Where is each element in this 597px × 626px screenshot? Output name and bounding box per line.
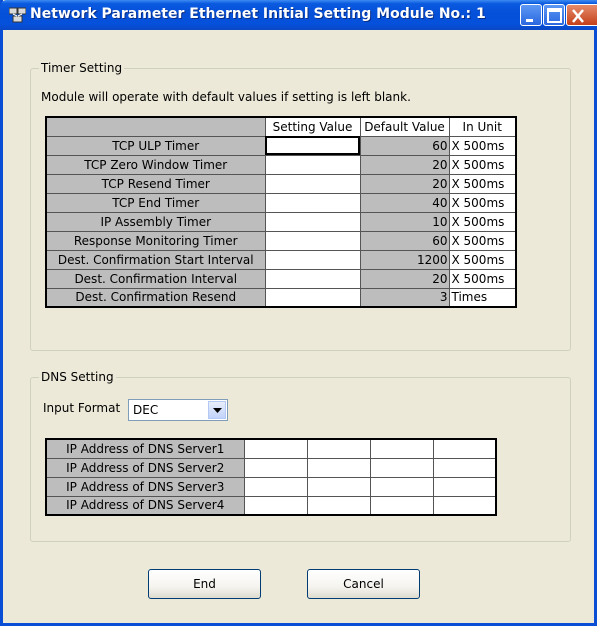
cancel-button[interactable]: Cancel — [307, 569, 420, 599]
ip-octet-1[interactable] — [243, 495, 308, 516]
row-label-dest-confirmation-start-interval: Dest. Confirmation Start Interval — [45, 249, 266, 270]
setting-value-cell[interactable] — [264, 173, 361, 194]
minimize-icon — [526, 19, 533, 22]
default-value-cell: 3 — [359, 287, 450, 308]
ip-octet-3[interactable] — [369, 495, 434, 516]
table-row: TCP ULP Timer 60 X 500ms — [45, 135, 517, 156]
timer-setting-legend: Timer Setting — [39, 61, 125, 75]
ip-octet-4[interactable] — [432, 457, 497, 478]
table-row: IP Address of DNS Server2 — [45, 457, 497, 478]
unit-cell: X 500ms — [448, 268, 517, 289]
ip-octet-4[interactable] — [432, 438, 497, 459]
ip-octet-2[interactable] — [306, 476, 371, 497]
setting-value-cell[interactable] — [264, 211, 361, 232]
table-row: Response Monitoring Timer 60 X 500ms — [45, 230, 517, 251]
ip-octet-4[interactable] — [432, 495, 497, 516]
ip-octet-2[interactable] — [306, 495, 371, 516]
row-label-response-monitoring-timer: Response Monitoring Timer — [45, 230, 266, 251]
minimize-button[interactable] — [520, 4, 542, 26]
default-value-cell: 20 — [359, 154, 450, 175]
dialog-window: Network Parameter Ethernet Initial Setti… — [0, 0, 597, 626]
end-button[interactable]: End — [148, 569, 261, 599]
table-row: IP Address of DNS Server1 — [45, 438, 497, 459]
row-label-dest-confirmation-interval: Dest. Confirmation Interval — [45, 268, 266, 289]
close-button[interactable] — [566, 4, 597, 26]
maximize-icon — [547, 8, 562, 23]
setting-value-cell[interactable] — [264, 249, 361, 270]
title-bar[interactable]: Network Parameter Ethernet Initial Setti… — [0, 0, 597, 30]
row-label-tcp-resend-timer: TCP Resend Timer — [45, 173, 266, 194]
input-format-value: DEC — [133, 403, 159, 417]
unit-cell: X 500ms — [448, 135, 517, 156]
unit-cell: X 500ms — [448, 230, 517, 251]
input-format-label: Input Format — [43, 401, 121, 415]
table-row: IP Assembly Timer 10 X 500ms — [45, 211, 517, 232]
setting-value-cell[interactable] — [264, 192, 361, 213]
table-row: TCP End Timer 40 X 500ms — [45, 192, 517, 213]
header-corner-cell — [45, 116, 266, 137]
row-label-dns-server4: IP Address of DNS Server4 — [45, 495, 245, 516]
ip-octet-3[interactable] — [369, 476, 434, 497]
table-row: Dest. Confirmation Interval 20 X 500ms — [45, 268, 517, 289]
ip-octet-2[interactable] — [306, 457, 371, 478]
unit-cell: Times — [448, 287, 517, 308]
row-label-dns-server2: IP Address of DNS Server2 — [45, 457, 245, 478]
chevron-down-icon — [213, 408, 222, 413]
window-title: Network Parameter Ethernet Initial Setti… — [30, 6, 486, 22]
table-row: TCP Resend Timer 20 X 500ms — [45, 173, 517, 194]
setting-value-cell[interactable] — [264, 135, 361, 156]
ip-octet-1[interactable] — [243, 457, 308, 478]
maximize-button[interactable] — [543, 4, 565, 26]
table-row: TCP Zero Window Timer 20 X 500ms — [45, 154, 517, 175]
unit-cell: X 500ms — [448, 154, 517, 175]
timer-table: Setting Value Default Value In Unit TCP … — [45, 116, 517, 308]
row-label-dns-server1: IP Address of DNS Server1 — [45, 438, 245, 459]
default-value-cell: 60 — [359, 230, 450, 251]
row-label-tcp-end-timer: TCP End Timer — [45, 192, 266, 213]
timer-table-header: Setting Value Default Value In Unit — [45, 116, 517, 137]
table-row: Dest. Confirmation Start Interval 1200 X… — [45, 249, 517, 270]
setting-value-cell[interactable] — [264, 287, 361, 308]
row-label-dest-confirmation-resend: Dest. Confirmation Resend — [45, 287, 266, 308]
ip-octet-3[interactable] — [369, 457, 434, 478]
ip-octet-3[interactable] — [369, 438, 434, 459]
ip-octet-4[interactable] — [432, 476, 497, 497]
col-header-default-value: Default Value — [359, 116, 450, 137]
row-label-tcp-ulp-timer: TCP ULP Timer — [45, 135, 266, 156]
setting-value-cell[interactable] — [264, 268, 361, 289]
ip-octet-1[interactable] — [243, 476, 308, 497]
network-app-icon — [9, 7, 26, 23]
table-row: Dest. Confirmation Resend 3 Times — [45, 287, 517, 308]
col-header-setting-value: Setting Value — [264, 116, 361, 137]
default-value-cell: 1200 — [359, 249, 450, 270]
close-icon — [572, 9, 584, 23]
setting-value-cell[interactable] — [264, 230, 361, 251]
table-row: IP Address of DNS Server4 — [45, 495, 497, 516]
default-value-cell: 10 — [359, 211, 450, 232]
default-value-cell: 60 — [359, 135, 450, 156]
dns-server-table: IP Address of DNS Server1 IP Address of … — [45, 438, 497, 516]
unit-cell: X 500ms — [448, 192, 517, 213]
default-value-cell: 20 — [359, 268, 450, 289]
unit-cell: X 500ms — [448, 173, 517, 194]
row-label-tcp-zero-window-timer: TCP Zero Window Timer — [45, 154, 266, 175]
dropdown-button[interactable] — [208, 401, 226, 419]
col-header-in-unit: In Unit — [448, 116, 517, 137]
default-value-cell: 40 — [359, 192, 450, 213]
unit-cell: X 500ms — [448, 211, 517, 232]
row-label-dns-server3: IP Address of DNS Server3 — [45, 476, 245, 497]
ip-octet-1[interactable] — [243, 438, 308, 459]
setting-value-cell[interactable] — [264, 154, 361, 175]
table-row: IP Address of DNS Server3 — [45, 476, 497, 497]
default-values-note: Module will operate with default values … — [41, 90, 411, 104]
default-value-cell: 20 — [359, 173, 450, 194]
input-format-select[interactable]: DEC — [128, 399, 228, 421]
ip-octet-2[interactable] — [306, 438, 371, 459]
unit-cell: X 500ms — [448, 249, 517, 270]
dns-setting-legend: DNS Setting — [39, 370, 116, 384]
row-label-ip-assembly-timer: IP Assembly Timer — [45, 211, 266, 232]
